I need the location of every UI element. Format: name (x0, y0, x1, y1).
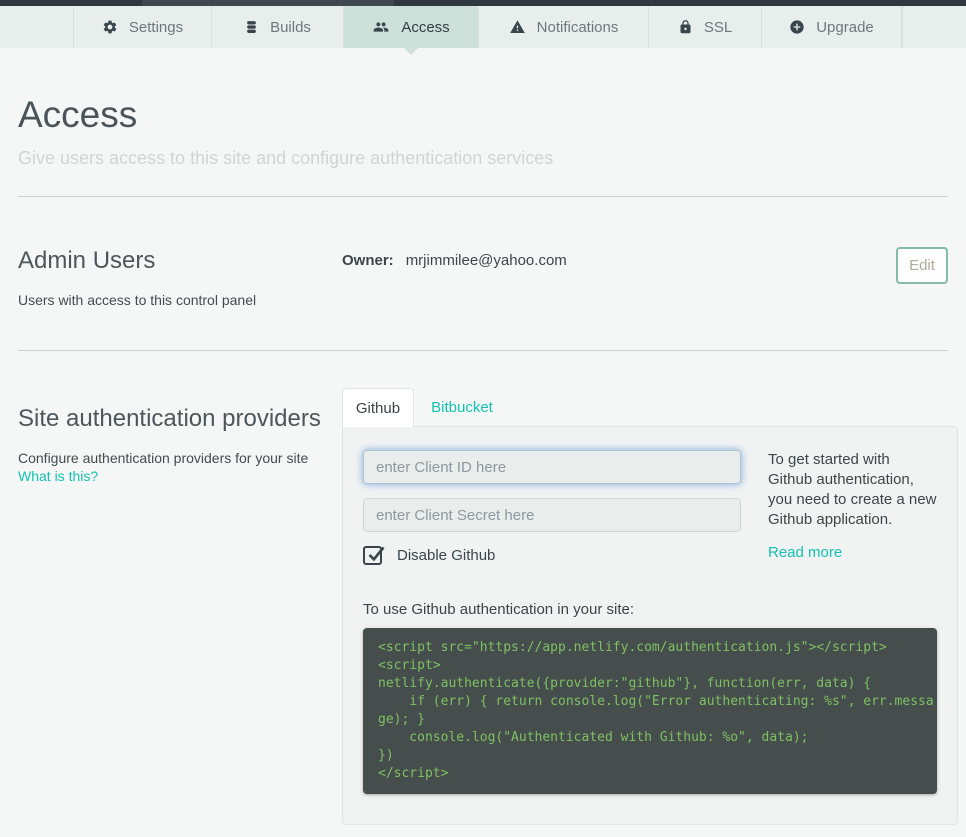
people-icon (373, 22, 389, 32)
disable-github-label: Disable Github (397, 547, 496, 565)
admin-users-section: Admin Users Users with access to this co… (18, 197, 958, 350)
page-subtitle: Give users access to this site and confi… (18, 148, 554, 168)
read-more-link[interactable]: Read more (768, 543, 842, 563)
github-getting-started-text: To get started with Github authenticatio… (768, 451, 937, 529)
tab-notifications[interactable]: Notifications (479, 6, 649, 48)
github-help-text: To get started with Github authenticatio… (768, 450, 937, 565)
auth-providers-intro: Site authentication providers Configure … (18, 388, 342, 486)
admin-users-title: Admin Users (18, 247, 156, 274)
tab-label: Upgrade (816, 18, 874, 36)
tab-builds[interactable]: Builds (212, 6, 344, 48)
github-provider-panel: Disable Github To get started with Githu… (342, 426, 958, 826)
auth-code-snippet: <script src="https://app.netlify.com/aut… (363, 628, 937, 795)
github-form-row: Disable Github To get started with Githu… (363, 450, 937, 566)
admin-users-description: Users with access to this control panel (18, 291, 257, 308)
plus-circle-icon (790, 20, 804, 34)
auth-providers-panel-area: Github Bitbucket Disable Github (342, 388, 958, 826)
checkmark-icon (368, 546, 385, 562)
tab-ssl[interactable]: SSL (649, 6, 762, 48)
tab-label: Access (401, 18, 450, 36)
client-secret-input[interactable] (363, 498, 741, 533)
site-settings-tabbar: Settings Builds Access Notifications SSL… (0, 6, 966, 55)
auth-providers-description: Configure authentication providers for y… (18, 449, 309, 466)
tabbar-spacer (902, 6, 966, 48)
github-form: Disable Github (363, 450, 741, 566)
provider-tabs: Github Bitbucket (342, 388, 958, 428)
admin-users-intro: Admin Users Users with access to this co… (18, 247, 342, 310)
edit-admin-users-button[interactable]: Edit (896, 247, 948, 284)
tab-access[interactable]: Access (344, 6, 479, 55)
disable-github-row: Disable Github (363, 546, 741, 566)
warning-icon (509, 20, 525, 33)
tab-bitbucket[interactable]: Bitbucket (414, 388, 510, 426)
what-is-this-link[interactable]: What is this? (18, 468, 98, 484)
owner-info: Owner: mrjimmilee@yahoo.com (342, 247, 567, 269)
tab-label: Builds (270, 18, 311, 36)
tab-label: SSL (703, 18, 733, 36)
tab-github[interactable]: Github (342, 388, 414, 428)
usage-intro-text: To use Github authentication in your sit… (363, 601, 634, 619)
page-content: Access Give users access to this site an… (0, 94, 966, 826)
auth-providers-title: Site authentication providers (18, 405, 321, 433)
stack-icon (247, 21, 256, 33)
owner-email: mrjimmilee@yahoo.com (405, 252, 567, 269)
tab-label: Notifications (536, 18, 619, 36)
tabbar-spacer (0, 6, 74, 48)
owner-label: Owner: (342, 252, 394, 269)
client-id-input[interactable] (363, 450, 741, 485)
gear-icon (103, 20, 117, 34)
tab-label: Settings (128, 18, 184, 36)
lock-icon (680, 20, 691, 34)
tab-settings[interactable]: Settings (74, 6, 212, 48)
auth-providers-section: Site authentication providers Configure … (18, 351, 958, 826)
tab-upgrade[interactable]: Upgrade (762, 6, 902, 48)
disable-github-checkbox[interactable] (363, 546, 385, 566)
page-title: Access (18, 94, 138, 135)
